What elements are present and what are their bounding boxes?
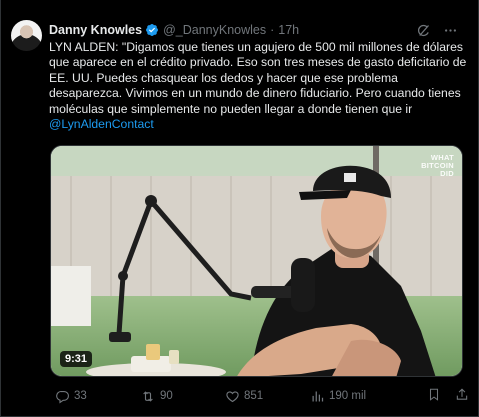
tweet[interactable]: Danny Knowles @_DannyKnowles · 17h LYN A…: [0, 0, 479, 417]
post-text: LYN ALDEN: "Digamos que tienes un agujer…: [49, 40, 467, 116]
watermark-line: DID: [440, 169, 454, 178]
bookmark-icon[interactable]: [427, 387, 441, 405]
share-icon[interactable]: [455, 387, 469, 405]
views-button[interactable]: 190 mil: [310, 389, 408, 404]
author-name[interactable]: Danny Knowles: [49, 23, 142, 37]
like-button[interactable]: 851: [225, 389, 310, 404]
like-icon: [225, 389, 240, 404]
reply-button[interactable]: 33: [55, 389, 140, 404]
avatar[interactable]: [11, 20, 42, 51]
action-bar: 33 90 851 190 mil: [49, 385, 469, 407]
tweet-header: Danny Knowles @_DannyKnowles · 17h: [49, 21, 458, 39]
more-icon[interactable]: [443, 23, 458, 38]
author-handle[interactable]: @_DannyKnowles: [163, 23, 266, 37]
repost-icon: [140, 389, 156, 404]
separator-dot: ·: [270, 23, 275, 37]
post-time[interactable]: 17h: [278, 23, 299, 37]
views-icon: [310, 389, 325, 404]
like-count: 851: [244, 390, 264, 402]
verified-badge-icon[interactable]: [145, 23, 159, 37]
video-thumbnail: [51, 146, 462, 376]
reply-icon: [55, 389, 70, 404]
grok-icon[interactable]: [416, 23, 431, 38]
repost-count: 90: [160, 390, 173, 402]
video-player[interactable]: WHAT BITCOIN DID 9:31: [50, 145, 463, 377]
video-duration: 9:31: [60, 351, 93, 367]
show-watermark: WHAT BITCOIN DID: [421, 154, 454, 178]
post-text-block: LYN ALDEN: "Digamos que tienes un agujer…: [49, 40, 474, 132]
mention-link[interactable]: @LynAldenContact: [49, 117, 154, 131]
repost-button[interactable]: 90: [140, 389, 225, 404]
reply-count: 33: [74, 390, 87, 402]
views-count: 190 mil: [329, 390, 367, 402]
